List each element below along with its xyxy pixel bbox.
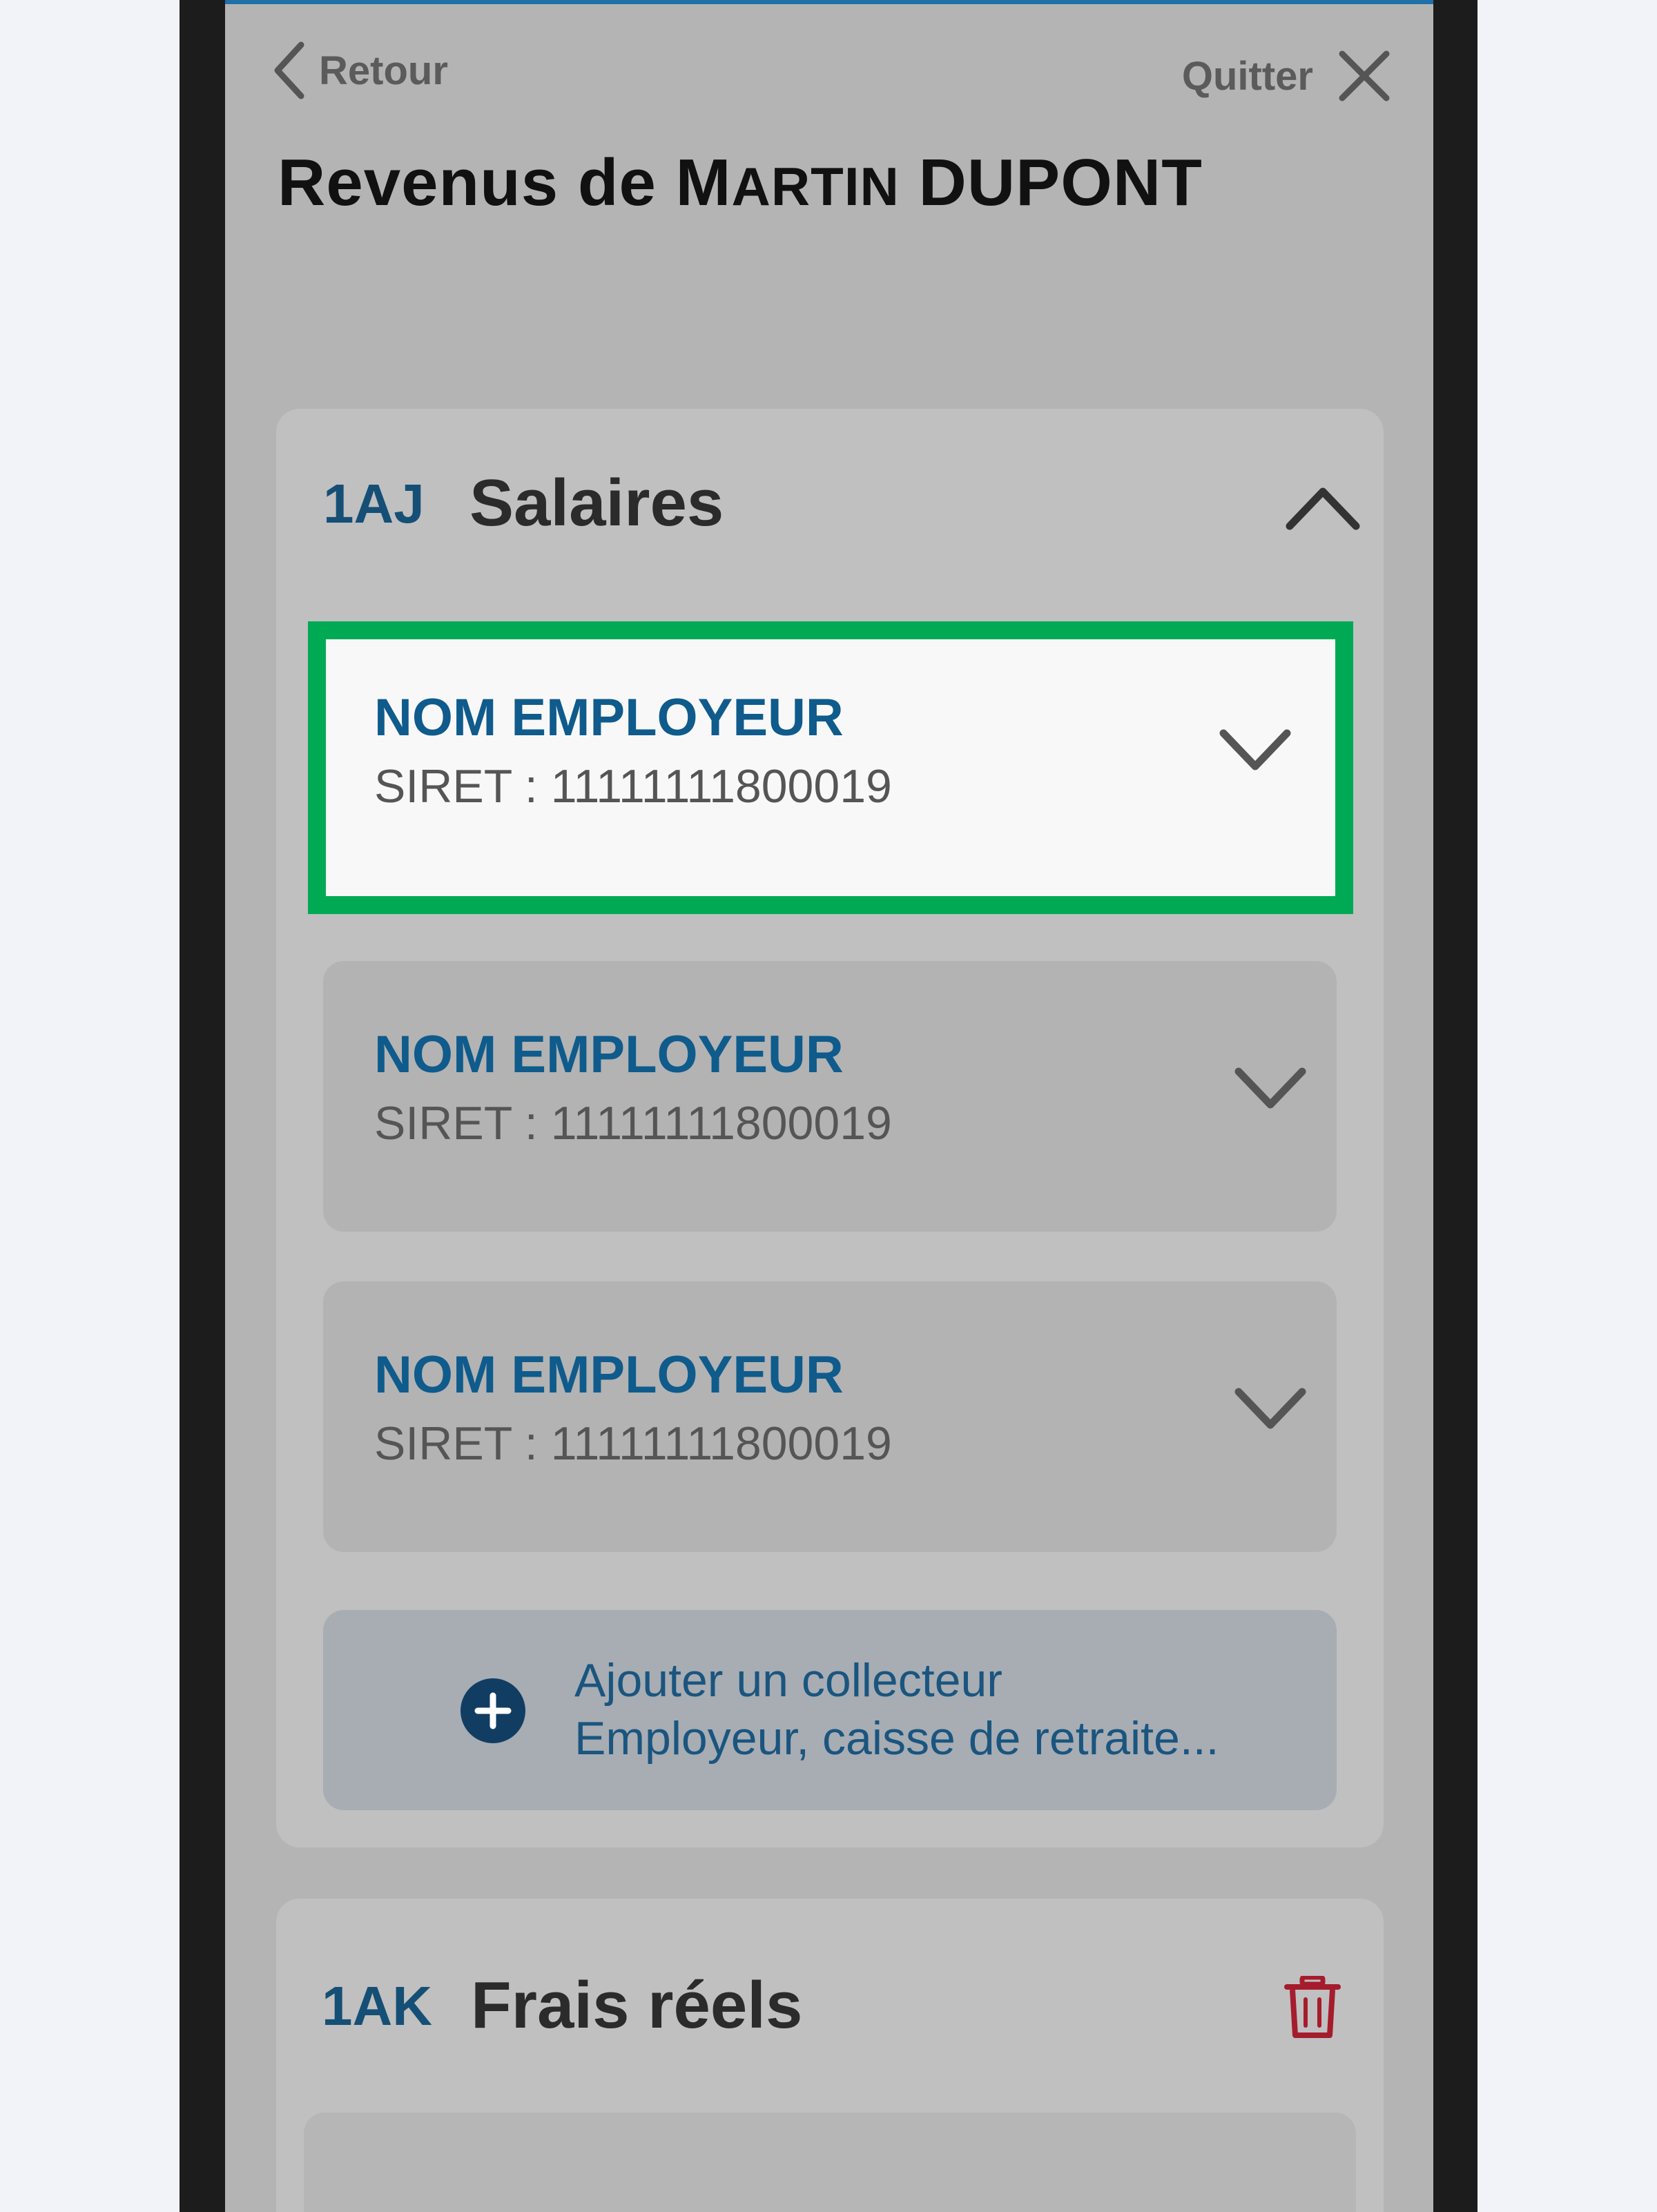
add-collector-line1: Ajouter un collecteur — [574, 1654, 1002, 1707]
trash-icon[interactable] — [1284, 1976, 1341, 2039]
chevron-down-icon — [1234, 1067, 1306, 1109]
employer-name: NOM EMPLOYEUR — [374, 688, 844, 747]
app-screen: Retour Quitter Revenus de MARTIN DUPONT … — [225, 0, 1433, 2212]
employer-name: NOM EMPLOYEUR — [374, 1025, 844, 1084]
section-frais-reels: 1AK Frais réels — [276, 1899, 1384, 2212]
chevron-left-icon — [274, 41, 304, 99]
employer-name: NOM EMPLOYEUR — [374, 1346, 844, 1404]
title-first-rest: ARTIN — [731, 156, 900, 217]
chevron-down-icon — [1219, 729, 1291, 770]
quit-label: Quitter — [1181, 53, 1313, 99]
employer-siret: SIRET : 11111111800019 — [374, 760, 892, 813]
close-icon — [1339, 50, 1390, 101]
employer-item[interactable]: NOM EMPLOYEUR SIRET : 11111111800019 — [323, 961, 1337, 1232]
employer-siret: SIRET : 11111111800019 — [374, 1097, 892, 1149]
section-code: 1AK — [322, 1975, 433, 2037]
section-title: Frais réels — [471, 1968, 803, 2042]
frais-reels-content — [304, 2113, 1356, 2212]
page-title: Revenus de MARTIN DUPONT — [278, 145, 1203, 221]
title-prefix: Revenus de — [278, 146, 676, 220]
chevron-up-icon[interactable] — [1284, 483, 1362, 532]
back-label: Retour — [319, 48, 448, 93]
section-title: Salaires — [469, 466, 724, 540]
add-collector-button[interactable]: Ajouter un collecteur Employeur, caisse … — [323, 1610, 1337, 1810]
top-accent-bar — [225, 0, 1433, 4]
employer-siret: SIRET : 11111111800019 — [374, 1417, 892, 1470]
section-salaires: 1AJ Salaires NOM EMPLOYEUR SIRET : 11111… — [276, 409, 1384, 1847]
add-collector-label: Ajouter un collecteur Employeur, caisse … — [574, 1651, 1219, 1767]
add-collector-line2: Employeur, caisse de retraite... — [574, 1712, 1219, 1765]
back-button[interactable]: Retour — [272, 37, 448, 104]
title-last-name: DUPONT — [918, 146, 1203, 220]
plus-circle-icon — [461, 1678, 525, 1743]
quit-button[interactable]: Quitter — [1182, 43, 1390, 109]
employer-item[interactable]: NOM EMPLOYEUR SIRET : 11111111800019 — [323, 1281, 1337, 1552]
chevron-down-icon — [1234, 1388, 1306, 1429]
title-first-initial: M — [675, 146, 732, 220]
section-code: 1AJ — [323, 473, 425, 534]
employer-item-selected[interactable]: NOM EMPLOYEUR SIRET : 11111111800019 — [308, 621, 1353, 914]
